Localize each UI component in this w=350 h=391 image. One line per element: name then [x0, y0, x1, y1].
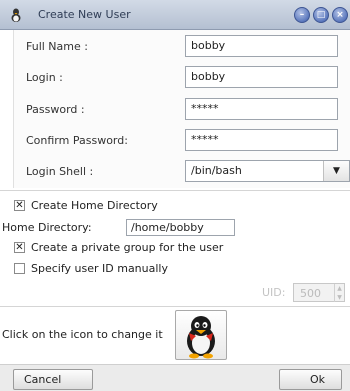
full-name-field[interactable]: bobby	[185, 35, 338, 57]
create-home-label: Create Home Directory	[31, 199, 158, 212]
full-name-row: Full Name : bobby	[14, 31, 350, 62]
confirm-password-field[interactable]: *****	[185, 129, 338, 151]
spin-up-icon[interactable]: ▲	[334, 284, 344, 293]
manual-uid-label: Specify user ID manually	[31, 262, 168, 275]
create-home-checkbox[interactable]: ✕	[14, 200, 25, 211]
app-icon	[8, 7, 24, 23]
private-group-checkbox[interactable]: ✕	[14, 242, 25, 253]
login-row: Login : bobby	[14, 62, 350, 93]
divider	[0, 306, 350, 307]
icon-hint: Click on the icon to change it	[2, 328, 163, 341]
login-field[interactable]: bobby	[185, 66, 338, 88]
home-directory-field[interactable]: /home/bobby	[126, 219, 235, 236]
tux-penguin-icon	[187, 316, 215, 359]
confirm-password-row: Confirm Password: *****	[14, 125, 350, 156]
confirm-password-label: Confirm Password:	[26, 134, 128, 147]
login-label: Login :	[26, 71, 63, 84]
password-label: Password :	[26, 103, 85, 116]
login-shell-value: /bin/bash	[191, 164, 242, 177]
button-bar: Cancel Ok	[0, 364, 350, 391]
login-shell-select[interactable]: /bin/bash ▼	[185, 160, 350, 182]
uid-spinner[interactable]: 500 ▲ ▼	[293, 283, 345, 302]
user-form: Full Name : bobby Login : bobby Password…	[13, 30, 350, 188]
window-title: Create New User	[38, 8, 131, 21]
spin-down-icon[interactable]: ▼	[334, 293, 344, 302]
private-group-label: Create a private group for the user	[31, 241, 224, 254]
minimize-icon[interactable]: –	[294, 7, 310, 23]
ok-button[interactable]: Ok	[279, 369, 342, 390]
dropdown-arrow-icon[interactable]: ▼	[323, 161, 349, 181]
login-shell-row: Login Shell : /bin/bash ▼	[14, 156, 350, 187]
password-field[interactable]: *****	[185, 98, 338, 120]
avatar-button[interactable]	[175, 310, 227, 360]
uid-label: UID:	[262, 286, 286, 299]
login-shell-label: Login Shell :	[26, 165, 94, 178]
divider	[0, 190, 350, 191]
home-directory-label: Home Directory:	[2, 221, 92, 234]
uid-value: 500	[300, 287, 321, 300]
manual-uid-checkbox[interactable]	[14, 263, 25, 274]
full-name-label: Full Name :	[26, 40, 88, 53]
window-titlebar[interactable]: Create New User – □ ×	[0, 0, 350, 30]
password-row: Password : *****	[14, 94, 350, 125]
maximize-icon[interactable]: □	[313, 7, 329, 23]
cancel-button[interactable]: Cancel	[13, 369, 93, 390]
close-icon[interactable]: ×	[332, 7, 348, 23]
